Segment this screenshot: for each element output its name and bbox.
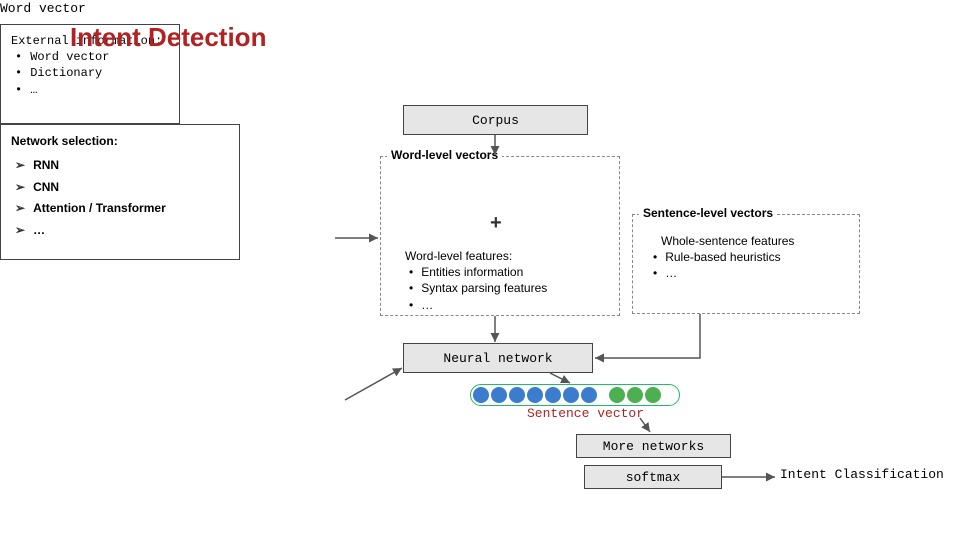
sentence-vector-label: Sentence vector: [527, 406, 644, 421]
external-item: …: [15, 82, 169, 98]
bead-icon: [527, 387, 543, 403]
corpus-box: Corpus: [403, 105, 588, 135]
bead-icon: [545, 387, 561, 403]
bead-icon: [563, 387, 579, 403]
word-features-heading: Word-level features:: [405, 248, 600, 264]
intent-classification-output: Intent Classification: [780, 467, 944, 482]
corpus-label: Corpus: [472, 113, 519, 128]
network-option: Attention / Transformer: [15, 198, 229, 220]
word-feature-item: …: [409, 297, 600, 313]
bead-icon: [609, 387, 625, 403]
network-selection-box: Network selection: RNN CNN Attention / T…: [0, 124, 240, 260]
bead-icon: [473, 387, 489, 403]
slide-title: Intent Detection: [70, 22, 266, 53]
word-feature-item: Entities information: [409, 264, 600, 280]
network-option: CNN: [15, 177, 229, 199]
neural-network-box: Neural network: [403, 343, 593, 373]
sentence-feature-item: Rule-based heuristics: [653, 249, 849, 265]
plus-icon: +: [490, 212, 502, 235]
network-option: …: [15, 220, 229, 242]
sentence-feature-item: …: [653, 265, 849, 281]
word-vector-text: Word vector: [0, 1, 86, 16]
network-option: RNN: [15, 155, 229, 177]
word-vector-label: Word vector: [0, 0, 135, 24]
word-level-title: Word-level vectors: [387, 148, 502, 162]
more-networks-label: More networks: [603, 439, 704, 454]
sentence-features-heading: Whole-sentence features: [643, 233, 849, 249]
bead-icon: [491, 387, 507, 403]
word-feature-item: Syntax parsing features: [409, 280, 600, 296]
external-item: Dictionary: [15, 65, 169, 81]
softmax-box: softmax: [584, 465, 722, 489]
sentence-level-title: Sentence-level vectors: [639, 206, 777, 220]
sentence-level-group: Sentence-level vectors Whole-sentence fe…: [632, 214, 860, 314]
bead-icon: [627, 387, 643, 403]
network-selection-heading: Network selection:: [11, 133, 229, 149]
bead-icon: [645, 387, 661, 403]
softmax-label: softmax: [626, 470, 681, 485]
sentence-vector-beads: [470, 384, 680, 406]
word-level-features: Word-level features: Entities informatio…: [395, 240, 610, 319]
bead-icon: [509, 387, 525, 403]
more-networks-box: More networks: [576, 434, 731, 458]
neural-network-label: Neural network: [443, 351, 552, 366]
bead-icon: [581, 387, 597, 403]
